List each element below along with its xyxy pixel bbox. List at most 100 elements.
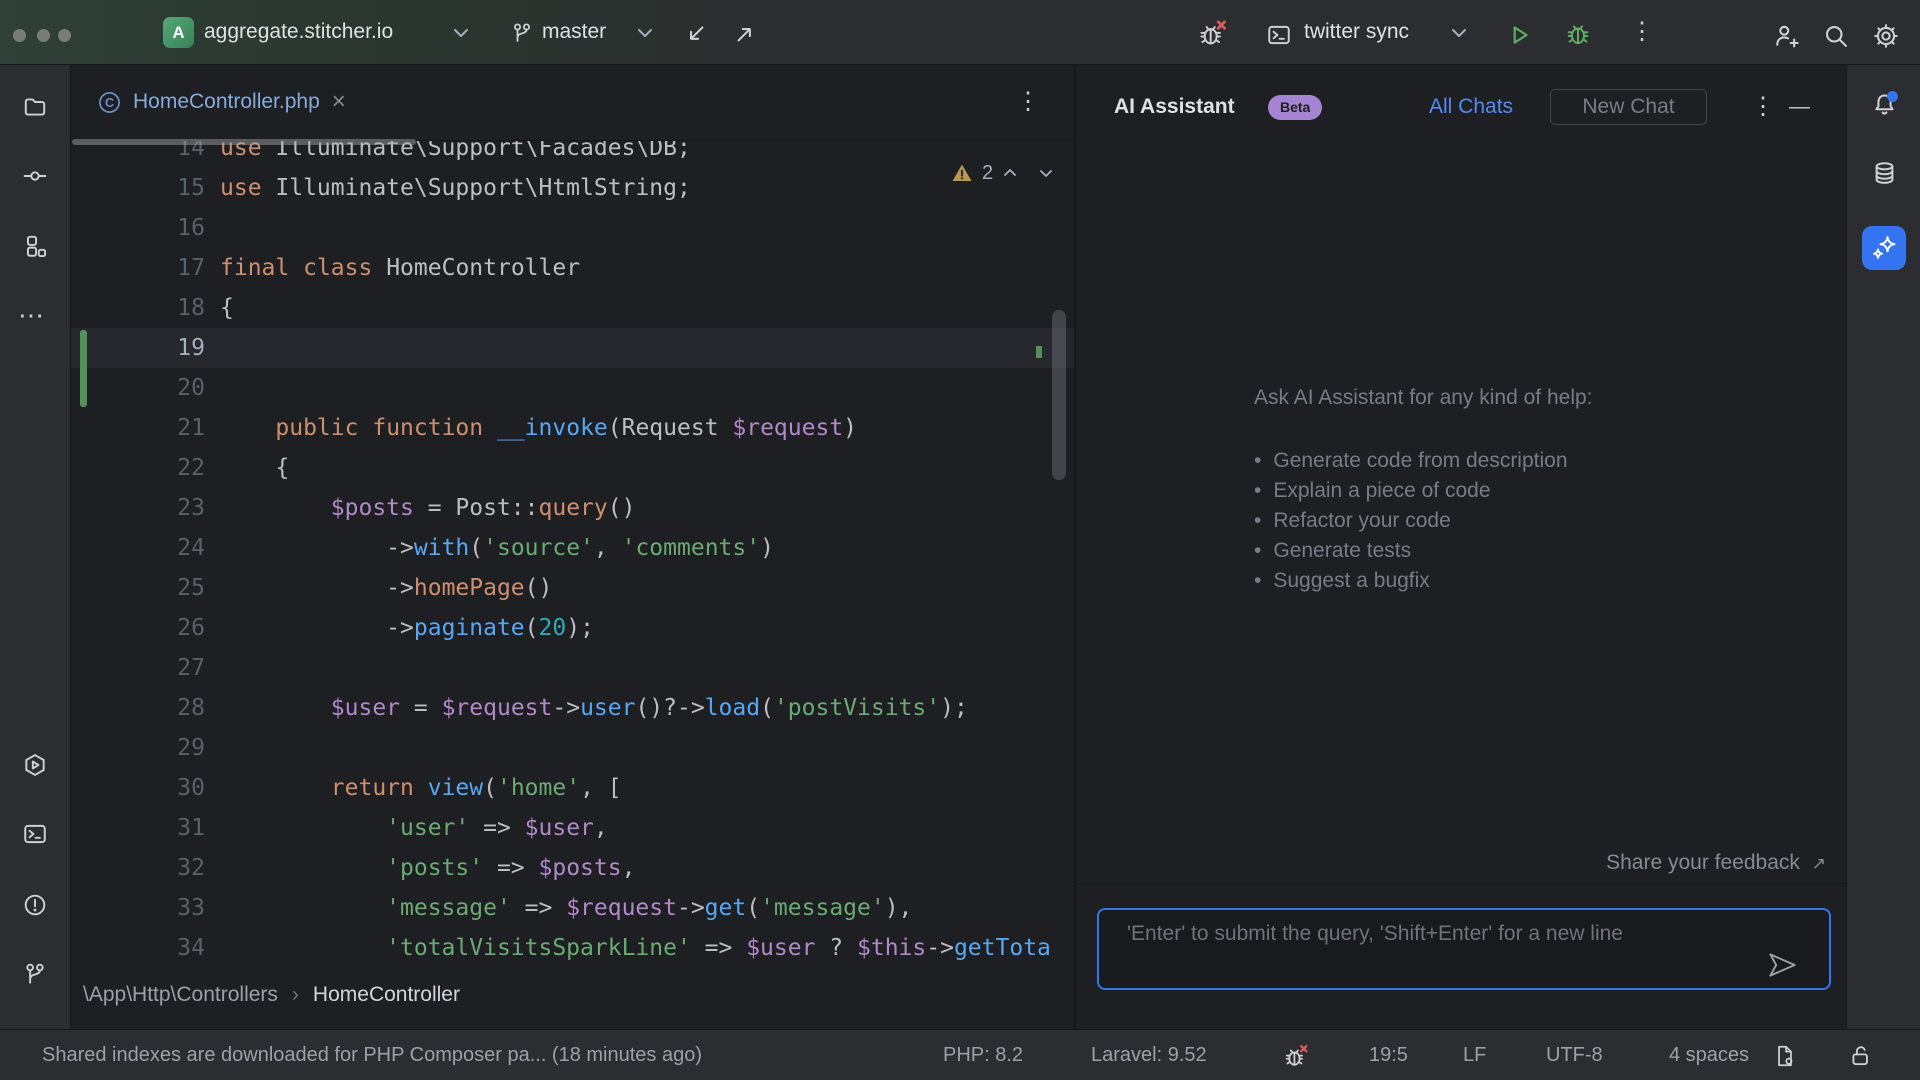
debug-button[interactable] — [1564, 20, 1592, 48]
breadcrumb-parent[interactable]: \App\Http\Controllers — [83, 983, 278, 1006]
unlock-icon[interactable] — [1848, 1043, 1874, 1069]
version-control-icon[interactable] — [22, 961, 48, 987]
commit-icon[interactable] — [22, 163, 48, 189]
code-token: , — [594, 535, 622, 561]
code-token: ( — [483, 775, 497, 801]
code-text: 'user' => $user, — [220, 808, 608, 848]
code-text: use Illuminate\Support\HtmlString; — [220, 168, 691, 208]
php-version-widget[interactable]: PHP: 8.2 — [943, 1030, 1023, 1080]
prev-warning-icon[interactable] — [1001, 164, 1019, 182]
breadcrumb-current[interactable]: HomeController — [313, 983, 460, 1006]
code-line-33[interactable]: 33 'message' => $request->get('message')… — [70, 888, 1074, 928]
indent-config-icon[interactable] — [1772, 1043, 1798, 1069]
window-close-button[interactable] — [13, 29, 26, 42]
ai-query-input[interactable] — [1097, 908, 1831, 990]
project-name-button[interactable]: aggregate.stitcher.io — [204, 0, 393, 64]
code-line-27[interactable]: 27 — [70, 648, 1074, 688]
settings-gear-icon[interactable] — [1872, 22, 1900, 50]
line-number: 26 — [70, 608, 205, 648]
line-number: 23 — [70, 488, 205, 528]
window-zoom-button[interactable] — [58, 29, 71, 42]
tab-close-icon[interactable]: × — [332, 90, 346, 114]
code-line-29[interactable]: 29 — [70, 728, 1074, 768]
main-menu-kebab[interactable]: ⋮ — [1630, 0, 1654, 64]
code-line-16[interactable]: 16 — [70, 208, 1074, 248]
next-warning-icon[interactable] — [1037, 164, 1055, 182]
code-token — [483, 415, 497, 441]
ai-minimize-icon[interactable]: — — [1789, 64, 1810, 150]
add-user-icon[interactable] — [1772, 22, 1800, 50]
git-branch-button[interactable]: master — [542, 0, 606, 64]
code-line-32[interactable]: 32 'posts' => $posts, — [70, 848, 1074, 888]
code-token: __invoke — [497, 415, 608, 441]
code-line-15[interactable]: 15 use Illuminate\Support\HtmlString; — [70, 168, 1074, 208]
ai-assistant-stripe-button[interactable] — [1862, 226, 1906, 270]
more-tool-windows-icon[interactable]: ⋯ — [18, 302, 44, 328]
line-number: 33 — [70, 888, 205, 928]
status-message[interactable]: Shared indexes are downloaded for PHP Co… — [42, 1030, 702, 1080]
run-config-selector[interactable]: twitter sync — [1304, 0, 1409, 64]
code-line-23[interactable]: 23 $posts = Post::query() — [70, 488, 1074, 528]
structure-icon[interactable] — [22, 233, 48, 259]
bullet-icon: • — [1254, 506, 1261, 536]
code-line-25[interactable]: 25 ->homePage() — [70, 568, 1074, 608]
code-line-31[interactable]: 31 'user' => $user, — [70, 808, 1074, 848]
caret-position-widget[interactable]: 19:5 — [1369, 1030, 1408, 1080]
no-debug-status-icon[interactable] — [1283, 1043, 1310, 1070]
code-token: ); — [940, 695, 968, 721]
problems-icon[interactable] — [22, 892, 48, 918]
services-icon[interactable] — [22, 752, 48, 778]
editor[interactable]: 14use Illuminate\Support\Facades\DB;15us… — [70, 64, 1074, 1029]
code-line-17[interactable]: 17final class HomeController — [70, 248, 1074, 288]
run-button[interactable] — [1506, 22, 1532, 48]
code-line-20[interactable]: 20 — [70, 368, 1074, 408]
all-chats-link[interactable]: All Chats — [1429, 64, 1513, 150]
tab-homecontroller[interactable]: C HomeController.php × — [84, 64, 360, 140]
project-icon[interactable]: A — [163, 17, 194, 48]
code-line-26[interactable]: 26 ->paginate(20); — [70, 608, 1074, 648]
code-token: , [ — [580, 775, 622, 801]
database-icon[interactable] — [1871, 160, 1898, 187]
code-line-21[interactable]: 21 public function __invoke(Request $req… — [70, 408, 1074, 448]
search-icon[interactable] — [1822, 22, 1850, 50]
ai-options-kebab[interactable]: ⋮ — [1751, 64, 1775, 150]
suggestion-text: Explain a piece of code — [1273, 476, 1490, 506]
code-token — [220, 415, 275, 441]
send-icon[interactable] — [1764, 948, 1800, 982]
terminal-icon[interactable] — [22, 821, 48, 847]
code-line-18[interactable]: 18{ — [70, 288, 1074, 328]
laravel-version-widget[interactable]: Laravel: 9.52 — [1091, 1030, 1207, 1080]
line-number: 24 — [70, 528, 205, 568]
code-line-19[interactable]: 19 — [70, 328, 1074, 368]
error-stripe-mark[interactable] — [1036, 346, 1042, 358]
inspection-widget[interactable]: 2 — [950, 157, 1055, 189]
code-token: ); — [566, 615, 594, 641]
code-line-30[interactable]: 30 return view('home', [ — [70, 768, 1074, 808]
breadcrumb: \App\Http\Controllers›HomeController — [83, 975, 460, 1015]
editor-scrollbar[interactable] — [1052, 310, 1066, 480]
encoding-widget[interactable]: UTF-8 — [1546, 1030, 1603, 1080]
indent-widget[interactable]: 4 spaces — [1669, 1030, 1749, 1080]
code-token: return — [331, 775, 414, 801]
line-number: 19 — [70, 328, 205, 368]
code-token: -> — [220, 535, 414, 561]
no-debug-icon[interactable] — [1198, 19, 1228, 49]
tabbar-scrollbar[interactable] — [72, 139, 416, 145]
code-text: ->homePage() — [220, 568, 552, 608]
new-chat-button[interactable]: New Chat — [1550, 89, 1707, 125]
code-line-22[interactable]: 22 { — [70, 448, 1074, 488]
line-number: 25 — [70, 568, 205, 608]
code-line-34[interactable]: 34 'totalVisitsSparkLine' => $user ? $th… — [70, 928, 1074, 968]
code-line-24[interactable]: 24 ->with('source', 'comments') — [70, 528, 1074, 568]
ai-sparkle-icon — [1869, 233, 1899, 263]
line-separator-widget[interactable]: LF — [1463, 1030, 1486, 1080]
push-icon[interactable] — [732, 22, 758, 48]
window-minimize-button[interactable] — [37, 29, 50, 42]
update-project-icon[interactable] — [684, 22, 710, 48]
share-feedback-link[interactable]: Share your feedback ↗ — [1606, 848, 1826, 878]
code-line-28[interactable]: 28 $user = $request->user()?->load('post… — [70, 688, 1074, 728]
project-folder-icon[interactable] — [22, 94, 48, 120]
line-number: 15 — [70, 168, 205, 208]
suggestion-text: Refactor your code — [1273, 506, 1450, 536]
editor-options-kebab[interactable]: ⋮ — [1016, 64, 1040, 140]
